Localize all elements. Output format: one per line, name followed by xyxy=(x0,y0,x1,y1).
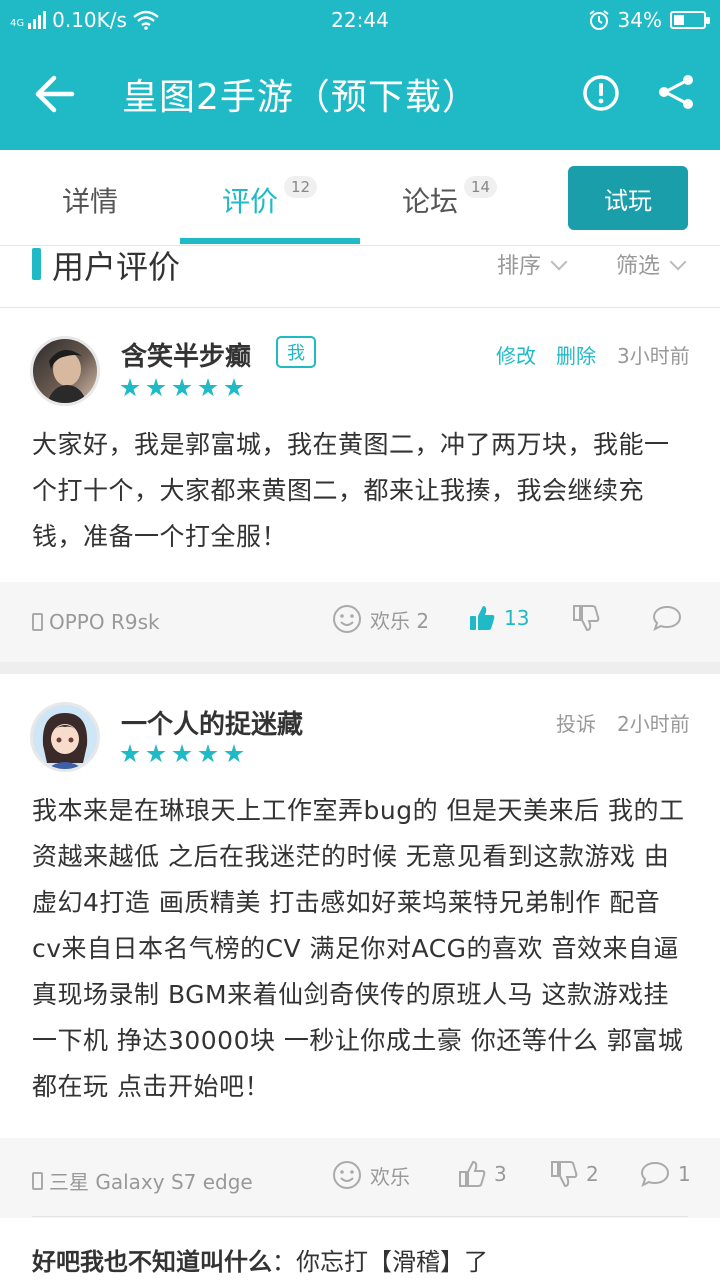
section-title: 用户评价 xyxy=(52,248,181,286)
thumbs-up-icon xyxy=(459,1160,486,1187)
status-bar: 4G 0.10K/s 22:44 34% xyxy=(0,0,720,38)
review-footer: OPPO R9sk 欢乐 2 13 xyxy=(0,582,720,662)
filter-dropdown[interactable]: 筛选 xyxy=(616,248,687,280)
smiley-icon xyxy=(333,605,361,633)
tab-details[interactable]: 详情 xyxy=(62,180,118,220)
thumbs-down-icon xyxy=(551,1161,578,1188)
comment-icon xyxy=(652,605,682,631)
like-count: 3 xyxy=(494,1162,507,1186)
fun-label: 欢乐 xyxy=(370,1164,410,1189)
star-icon xyxy=(172,744,192,763)
username[interactable]: 含笑半步癫 xyxy=(121,336,251,373)
count-badge: 12 xyxy=(284,176,318,198)
comment-button[interactable]: 1 xyxy=(640,1160,691,1188)
battery-icon xyxy=(670,11,710,29)
edit-link[interactable]: 修改 xyxy=(496,340,536,369)
chevron-down-icon xyxy=(550,253,568,271)
username[interactable]: 一个人的捉迷藏 xyxy=(121,704,303,741)
reply-item[interactable]: 好吧我也不知道叫什么：你忘打【滑稽】了 xyxy=(32,1242,488,1277)
star-icon xyxy=(224,744,244,763)
star-icon xyxy=(224,378,244,397)
sort-label: 排序 xyxy=(497,254,542,279)
avatar-image xyxy=(42,713,88,769)
comment-count: 1 xyxy=(678,1162,691,1186)
review-text: 我本来是在琳琅天上工作室弄bug的 但是天美来后 我的工资越来越低 之后在我迷茫… xyxy=(32,796,685,1101)
review-time: 3小时前 xyxy=(617,344,690,368)
card-separator xyxy=(0,662,720,674)
app-bar: 皇图2手游（预下载） xyxy=(0,38,720,150)
dislike-count: 2 xyxy=(586,1162,599,1186)
phone-icon xyxy=(32,613,43,631)
device-info: OPPO R9sk xyxy=(32,610,160,634)
star-icon xyxy=(172,378,192,397)
review-footer: 三星 Galaxy S7 edge 欢乐 3 2 1 xyxy=(0,1138,720,1218)
count-badge: 14 xyxy=(464,176,498,198)
me-badge: 我 xyxy=(276,336,316,368)
star-icon xyxy=(198,744,218,763)
like-button[interactable]: 3 xyxy=(458,1160,507,1188)
star-icon xyxy=(120,744,140,763)
star-icon xyxy=(198,378,218,397)
tab-label: 详情 xyxy=(62,185,119,218)
filter-label: 筛选 xyxy=(616,254,661,279)
device-info: 三星 Galaxy S7 edge xyxy=(32,1166,253,1195)
dislike-button[interactable] xyxy=(572,604,600,632)
avatar[interactable] xyxy=(30,702,100,772)
chevron-down-icon xyxy=(669,253,687,271)
like-count: 13 xyxy=(504,606,530,630)
comment-button[interactable] xyxy=(652,604,682,632)
review-text: 大家好，我是郭富城，我在黄图二，冲了两万块，我能一个打十个，大家都来黄图二，都来… xyxy=(32,430,670,551)
fun-button[interactable]: 欢乐 xyxy=(332,1160,410,1190)
delete-link[interactable]: 删除 xyxy=(556,340,596,369)
page-title: 皇图2手游（预下载） xyxy=(122,77,479,118)
review-card: 含笑半步癫 我 修改 删除 3小时前 大家好，我是郭富城，我在黄图二，冲了两万块… xyxy=(0,308,720,662)
reply-divider xyxy=(32,1216,688,1217)
sort-dropdown[interactable]: 排序 xyxy=(497,248,568,280)
tab-reviews[interactable]: 评价 12 xyxy=(222,176,318,220)
star-icon xyxy=(146,378,166,397)
like-button[interactable]: 13 xyxy=(468,604,529,632)
comment-icon xyxy=(640,1161,670,1187)
active-tab-indicator xyxy=(180,238,360,244)
review-time: 2小时前 xyxy=(617,712,690,736)
phone-icon xyxy=(32,1171,43,1190)
reply-user: 好吧我也不知道叫什么 xyxy=(32,1248,272,1276)
share-icon[interactable] xyxy=(656,72,696,112)
avatar[interactable] xyxy=(30,336,100,406)
section-header: 用户评价 排序 筛选 xyxy=(0,246,720,308)
star-icon xyxy=(120,378,140,397)
rating-stars xyxy=(120,744,244,764)
dislike-button[interactable]: 2 xyxy=(550,1160,599,1188)
star-icon xyxy=(146,744,166,763)
device-name: OPPO R9sk xyxy=(49,610,160,634)
tab-label: 论坛 xyxy=(402,185,459,218)
trial-button[interactable]: 试玩 xyxy=(568,166,688,230)
rating-stars xyxy=(120,378,244,398)
smiley-icon xyxy=(333,1161,361,1189)
device-name: 三星 Galaxy S7 edge xyxy=(49,1170,253,1194)
thumbs-down-icon xyxy=(573,605,600,632)
thumbs-up-icon xyxy=(470,606,495,630)
battery-percent: 34% xyxy=(617,8,662,32)
tab-label: 评价 xyxy=(222,185,279,218)
fun-button[interactable]: 欢乐 2 xyxy=(332,604,429,634)
report-icon[interactable] xyxy=(582,74,620,112)
review-card: 一个人的捉迷藏 投诉 2小时前 我本来是在琳琅天上工作室弄bug的 但是天美来后… xyxy=(0,674,720,1280)
fun-count: 欢乐 2 xyxy=(370,608,430,633)
accent-bar xyxy=(32,248,41,280)
back-arrow-icon[interactable] xyxy=(32,72,80,116)
avatar-image xyxy=(47,349,87,403)
reply-text: ：你忘打【滑稽】了 xyxy=(272,1248,488,1276)
alarm-icon xyxy=(588,10,609,30)
report-link[interactable]: 投诉 xyxy=(556,708,596,737)
tab-forum[interactable]: 论坛 14 xyxy=(402,176,498,220)
